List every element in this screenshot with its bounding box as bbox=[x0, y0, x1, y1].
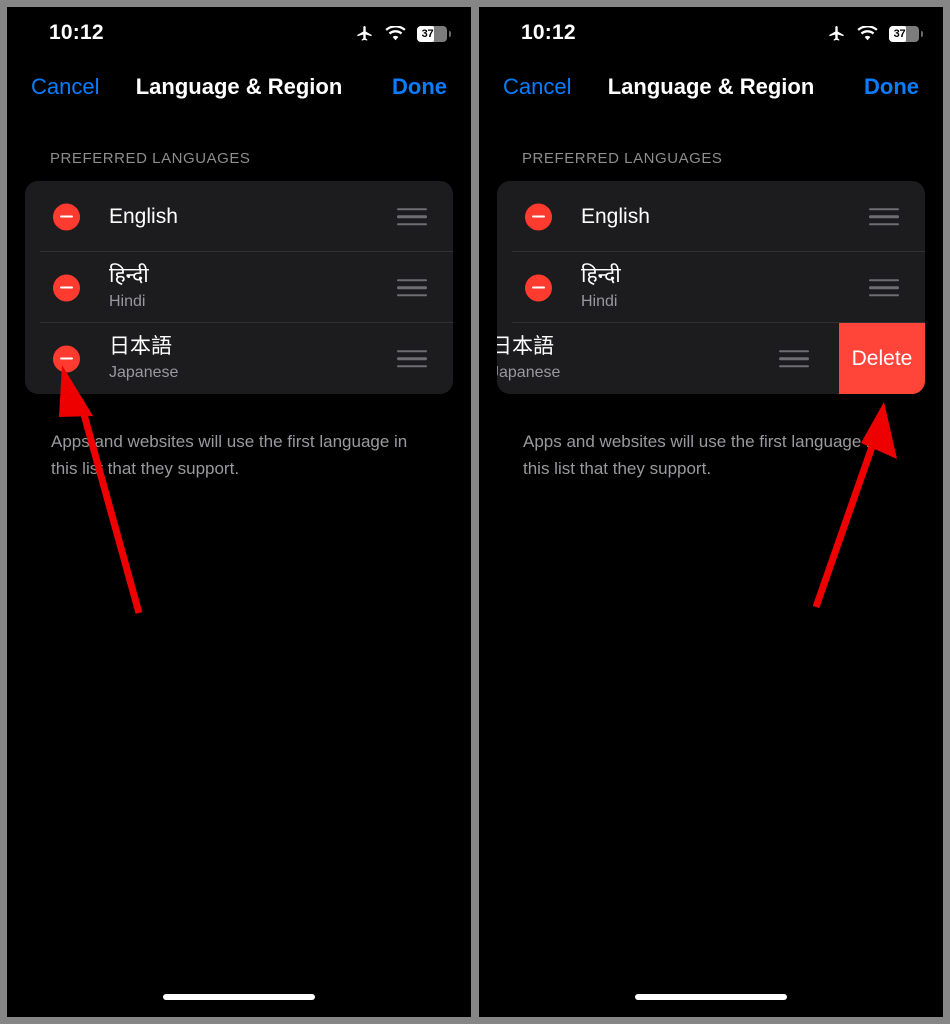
preferred-languages-list: English हिन्दी Hindi bbox=[25, 181, 453, 394]
battery-percent: 37 bbox=[421, 27, 434, 40]
nav-bar: Cancel Language & Region Done bbox=[7, 65, 471, 109]
status-bar: 10:12 37 bbox=[479, 7, 943, 55]
battery-icon: 37 bbox=[417, 25, 451, 42]
language-english-name: Japanese bbox=[497, 363, 561, 381]
home-indicator[interactable] bbox=[635, 994, 787, 1000]
language-english-name: Japanese bbox=[109, 363, 179, 381]
language-native-name: हिन्दी bbox=[109, 263, 149, 287]
status-icons: 37 bbox=[355, 24, 451, 43]
reorder-handle-icon[interactable] bbox=[397, 349, 427, 368]
home-indicator[interactable] bbox=[163, 994, 315, 1000]
section-header: PREFERRED LANGUAGES bbox=[50, 150, 251, 167]
language-native-name: 日本語 bbox=[497, 334, 554, 358]
battery-icon: 37 bbox=[889, 25, 923, 42]
reorder-handle-icon[interactable] bbox=[397, 278, 427, 297]
list-item-text: हिन्दी Hindi bbox=[109, 263, 149, 313]
reorder-handle-icon[interactable] bbox=[869, 207, 899, 226]
wifi-icon bbox=[857, 24, 878, 42]
screenshot-frame: 10:12 37 Cancel Language & Region Done P… bbox=[0, 0, 950, 1024]
list-item-text: English bbox=[581, 204, 650, 230]
delete-button-label: Delete bbox=[851, 346, 913, 370]
status-icons: 37 bbox=[827, 24, 923, 43]
list-item-text: English bbox=[109, 204, 178, 230]
section-footnote: Apps and websites will use the first lan… bbox=[51, 432, 408, 478]
panel-left: 10:12 37 Cancel Language & Region Done P… bbox=[7, 7, 471, 1017]
language-english-name: Hindi bbox=[581, 292, 618, 310]
language-native-name: English bbox=[581, 204, 650, 228]
minus-circle-icon[interactable] bbox=[525, 203, 552, 230]
minus-circle-icon[interactable] bbox=[53, 203, 80, 230]
language-native-name: हिन्दी bbox=[581, 263, 621, 287]
panel-right: 10:12 37 Cancel Language & Region Done P… bbox=[479, 7, 943, 1017]
section-header: PREFERRED LANGUAGES bbox=[522, 150, 723, 167]
list-item-text: हिन्दी Hindi bbox=[581, 263, 621, 313]
done-button[interactable]: Done bbox=[392, 65, 447, 109]
list-item-text: 日本語 Japanese bbox=[497, 334, 560, 384]
airplane-mode-icon bbox=[827, 24, 846, 43]
status-time: 10:12 bbox=[49, 21, 104, 44]
language-english-name: Hindi bbox=[109, 292, 146, 310]
minus-circle-icon[interactable] bbox=[53, 345, 80, 372]
minus-circle-icon[interactable] bbox=[53, 274, 80, 301]
list-item[interactable]: हिन्दी Hindi bbox=[25, 252, 453, 323]
status-time: 10:12 bbox=[521, 21, 576, 44]
list-item-text: 日本語 Japanese bbox=[109, 334, 178, 384]
nav-bar: Cancel Language & Region Done bbox=[479, 65, 943, 109]
reorder-handle-icon[interactable] bbox=[869, 278, 899, 297]
list-item[interactable]: English bbox=[497, 181, 925, 252]
language-native-name: English bbox=[109, 204, 178, 228]
list-item-swiped[interactable]: 日本語 Japanese Delete bbox=[497, 323, 925, 394]
airplane-mode-icon bbox=[355, 24, 374, 43]
minus-circle-icon[interactable] bbox=[525, 274, 552, 301]
preferred-languages-list: English हिन्दी Hindi bbox=[497, 181, 925, 394]
list-item[interactable]: हिन्दी Hindi bbox=[497, 252, 925, 323]
reorder-handle-icon[interactable] bbox=[779, 349, 809, 368]
done-button[interactable]: Done bbox=[864, 65, 919, 109]
list-item[interactable]: 日本語 Japanese bbox=[25, 323, 453, 394]
language-native-name: 日本語 bbox=[109, 334, 172, 358]
reorder-handle-icon[interactable] bbox=[397, 207, 427, 226]
section-footnote: Apps and websites will use the first lan… bbox=[523, 432, 880, 478]
wifi-icon bbox=[385, 24, 406, 42]
battery-percent: 37 bbox=[893, 27, 906, 40]
delete-button[interactable]: Delete bbox=[839, 323, 925, 394]
list-item[interactable]: English bbox=[25, 181, 453, 252]
status-bar: 10:12 37 bbox=[7, 7, 471, 55]
